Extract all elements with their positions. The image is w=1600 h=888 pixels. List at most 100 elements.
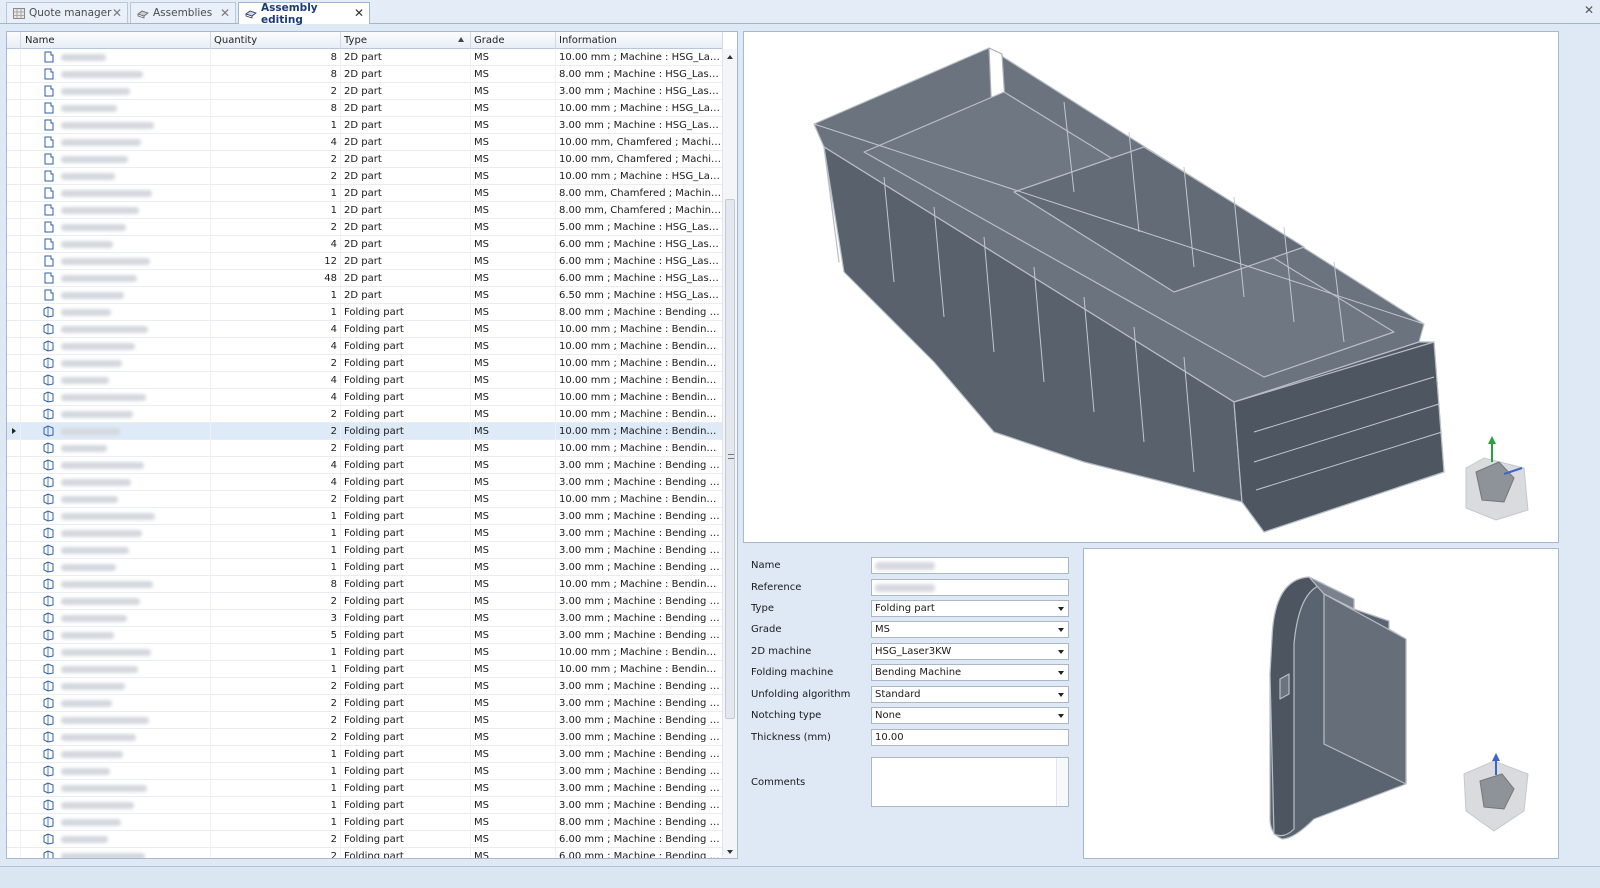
comments-textarea[interactable]	[871, 757, 1069, 807]
cell-type[interactable]: Folding part	[341, 848, 471, 858]
cell-name[interactable]	[21, 83, 211, 100]
cell-information[interactable]: 8.00 mm ; Machine : Bending Machine	[556, 814, 723, 831]
cell-quantity[interactable]: 1	[211, 661, 341, 678]
cell-type[interactable]: Folding part	[341, 355, 471, 372]
cell-quantity[interactable]: 4	[211, 389, 341, 406]
cell-grade[interactable]: MS	[471, 406, 556, 423]
cell-information[interactable]: 8.00 mm, Chamfered ; Machine : HS...	[556, 202, 723, 219]
tab-assembly-editing[interactable]: Assembly editing ✕	[238, 2, 370, 26]
cell-name[interactable]	[21, 100, 211, 117]
cell-type[interactable]: Folding part	[341, 610, 471, 627]
cell-type[interactable]: Folding part	[341, 559, 471, 576]
row-indicator[interactable]	[7, 593, 21, 610]
row-indicator[interactable]	[7, 576, 21, 593]
cell-quantity[interactable]: 1	[211, 814, 341, 831]
row-indicator[interactable]	[7, 219, 21, 236]
cell-grade[interactable]: MS	[471, 117, 556, 134]
textarea-scrollbar[interactable]	[1056, 758, 1068, 806]
cell-information[interactable]: 10.00 mm ; Machine : HSG_Laser3KW	[556, 100, 723, 117]
cell-grade[interactable]: MS	[471, 542, 556, 559]
cell-quantity[interactable]: 1	[211, 746, 341, 763]
table-row[interactable]: 1 Folding part MS 3.00 mm ; Machine : Bendi…	[7, 780, 723, 797]
row-indicator[interactable]	[7, 661, 21, 678]
cell-type[interactable]: 2D part	[341, 117, 471, 134]
cell-name[interactable]	[21, 644, 211, 661]
table-row[interactable]: 1 Folding part MS 10.00 mm ; Machine : Bend…	[7, 661, 723, 678]
cell-name[interactable]	[21, 474, 211, 491]
cell-quantity[interactable]: 2	[211, 848, 341, 858]
row-indicator[interactable]	[7, 117, 21, 134]
cell-quantity[interactable]: 4	[211, 236, 341, 253]
cell-grade[interactable]: MS	[471, 814, 556, 831]
cell-information[interactable]: 3.00 mm ; Machine : Bending Machine	[556, 525, 723, 542]
cell-quantity[interactable]: 2	[211, 440, 341, 457]
row-indicator[interactable]	[7, 355, 21, 372]
scrollbar-thumb[interactable]	[725, 199, 735, 719]
cell-information[interactable]: 6.00 mm ; Machine : Bending Machine	[556, 848, 723, 858]
cell-name[interactable]	[21, 746, 211, 763]
cell-information[interactable]: 6.00 mm ; Machine : HSG_Laser3KW	[556, 270, 723, 287]
table-row[interactable]: 2 Folding part MS 6.00 mm ; Machine : Bendi…	[7, 831, 723, 848]
cell-quantity[interactable]: 1	[211, 304, 341, 321]
row-indicator[interactable]	[7, 202, 21, 219]
cell-type[interactable]: Folding part	[341, 457, 471, 474]
cell-information[interactable]: 3.00 mm ; Machine : Bending Machine	[556, 780, 723, 797]
cell-quantity[interactable]: 1	[211, 287, 341, 304]
table-row[interactable]: 22D partMS5.00 mm ; Machine : HSG_Laser3…	[7, 219, 723, 236]
cell-type[interactable]: Folding part	[341, 406, 471, 423]
cell-quantity[interactable]: 2	[211, 695, 341, 712]
row-indicator[interactable]	[7, 423, 21, 440]
cell-information[interactable]: 3.00 mm ; Machine : Bending Machine	[556, 542, 723, 559]
table-row[interactable]: 48 2D part MS 6.00 mm ; Machine : HSG_Laser…	[7, 270, 723, 287]
cell-quantity[interactable]: 1	[211, 508, 341, 525]
cell-name[interactable]	[21, 236, 211, 253]
cell-type[interactable]: 2D part	[341, 185, 471, 202]
cell-grade[interactable]: MS	[471, 780, 556, 797]
table-row[interactable]: 1 Folding part MS 10.00 mm ; Machine : Bend…	[7, 644, 723, 661]
cell-information[interactable]: 10.00 mm ; Machine : Bending Machi...	[556, 372, 723, 389]
cell-grade[interactable]: MS	[471, 831, 556, 848]
row-indicator[interactable]	[7, 780, 21, 797]
table-row[interactable]: 4 Folding part MS 10.00 mm ; Machine : Bend…	[7, 321, 723, 338]
table-row[interactable]: 82D partMS8.00 mm ; Machine : HSG_Laser3…	[7, 66, 723, 83]
cell-name[interactable]	[21, 763, 211, 780]
cell-grade[interactable]: MS	[471, 644, 556, 661]
cell-information[interactable]: 3.00 mm ; Machine : Bending Machine	[556, 508, 723, 525]
cell-name[interactable]	[21, 542, 211, 559]
close-icon[interactable]: ✕	[354, 6, 364, 20]
cell-name[interactable]	[21, 134, 211, 151]
cell-type[interactable]: 2D part	[341, 168, 471, 185]
row-indicator[interactable]	[7, 304, 21, 321]
cell-quantity[interactable]: 4	[211, 321, 341, 338]
table-row[interactable]: 2 Folding part MS 3.00 mm ; Machine : Bendi…	[7, 695, 723, 712]
cell-quantity[interactable]: 2	[211, 406, 341, 423]
cell-type[interactable]: 2D part	[341, 151, 471, 168]
table-row[interactable]: 2 Folding part MS 10.00 mm ; Machine : Bend…	[7, 440, 723, 457]
cell-grade[interactable]: MS	[471, 270, 556, 287]
cell-quantity[interactable]: 2	[211, 678, 341, 695]
cell-name[interactable]	[21, 525, 211, 542]
cell-type[interactable]: Folding part	[341, 678, 471, 695]
table-row[interactable]: 2 Folding part MS 6.00 mm ; Machine : Bendi…	[7, 848, 723, 858]
cell-type[interactable]: Folding part	[341, 797, 471, 814]
cell-information[interactable]: 10.00 mm ; Machine : Bending Machi...	[556, 576, 723, 593]
view-cube-navigator[interactable]	[1463, 753, 1529, 832]
row-indicator[interactable]	[7, 83, 21, 100]
cell-grade[interactable]: MS	[471, 508, 556, 525]
cell-quantity[interactable]: 2	[211, 729, 341, 746]
row-indicator[interactable]	[7, 389, 21, 406]
cell-type[interactable]: Folding part	[341, 423, 471, 440]
cell-grade[interactable]: MS	[471, 202, 556, 219]
table-row[interactable]: 2 Folding part MS 3.00 mm ; Machine : Bendi…	[7, 678, 723, 695]
close-window-icon[interactable]: ✕	[1584, 3, 1594, 17]
cell-type[interactable]: 2D part	[341, 49, 471, 66]
table-row[interactable]: 3 Folding part MS 3.00 mm ; Machine : Bendi…	[7, 610, 723, 627]
row-indicator[interactable]	[7, 797, 21, 814]
table-row[interactable]: 2 Folding part MS 3.00 mm ; Machine : Bendi…	[7, 729, 723, 746]
cell-information[interactable]: 6.00 mm ; Machine : HSG_Laser3KW	[556, 253, 723, 270]
cell-name[interactable]	[21, 117, 211, 134]
cell-name[interactable]	[21, 202, 211, 219]
table-row[interactable]: 42D partMS6.00 mm ; Machine : HSG_Laser3…	[7, 236, 723, 253]
cell-grade[interactable]: MS	[471, 355, 556, 372]
cell-grade[interactable]: MS	[471, 576, 556, 593]
